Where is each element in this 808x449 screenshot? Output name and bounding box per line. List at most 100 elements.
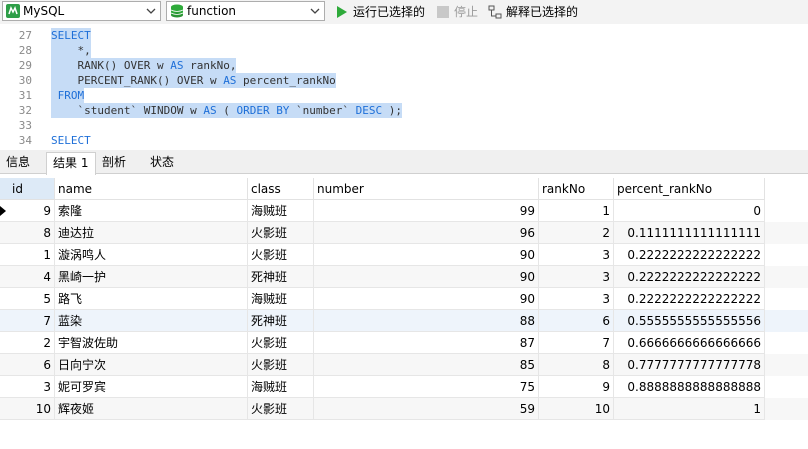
cell-percent-rankno[interactable]: 0.5555555555555556 [614,310,765,332]
cell-percent-rankno[interactable]: 0.2222222222222222 [614,244,765,266]
cell-name[interactable]: 迪达拉 [55,222,248,244]
cell-class[interactable]: 海贼班 [248,200,314,222]
cell-class[interactable]: 火影班 [248,244,314,266]
cell-class[interactable]: 火影班 [248,332,314,354]
column-header-rankno[interactable]: rankNo [539,178,614,200]
cell-id[interactable]: 8 [0,222,55,244]
column-header-number[interactable]: number [314,178,539,200]
sql-text: *, [51,44,91,57]
cell-rankno[interactable]: 9 [539,376,614,398]
cell-number[interactable]: 75 [314,376,539,398]
cell-rankno[interactable]: 8 [539,354,614,376]
cell-id[interactable]: 2 [0,332,55,354]
cell-name[interactable]: 黑崎一护 [55,266,248,288]
tab-info[interactable]: 信息 [0,152,40,174]
chevron-down-icon [310,8,320,14]
column-header-class[interactable]: class [248,178,314,200]
column-header-percent-rankno[interactable]: percent_rankNo [614,178,765,200]
cell-rankno[interactable]: 6 [539,310,614,332]
cell-percent-rankno[interactable]: 0.2222222222222222 [614,288,765,310]
cell-number[interactable]: 59 [314,398,539,420]
code-line: 29 RANK() OVER w AS rankNo, [0,58,808,73]
cell-percent-rankno[interactable]: 0.8888888888888888 [614,376,765,398]
tab-status[interactable]: 状态 [144,152,188,174]
cell-name[interactable]: 漩涡鸣人 [55,244,248,266]
cell-class[interactable]: 火影班 [248,354,314,376]
cell-rankno[interactable]: 3 [539,266,614,288]
table-row[interactable]: 2 宇智波佐助 火影班 87 7 0.6666666666666666 [0,332,808,354]
table-row[interactable]: 3 妮可罗宾 海贼班 75 9 0.8888888888888888 [0,376,808,398]
database-select[interactable]: function [166,1,325,21]
cell-percent-rankno[interactable]: 1 [614,398,765,420]
cell-id[interactable]: 5 [0,288,55,310]
cell-class[interactable]: 海贼班 [248,288,314,310]
code-text: *, [51,43,91,58]
run-selected-button[interactable]: 运行已选择的 [335,3,430,21]
cell-name[interactable]: 宇智波佐助 [55,332,248,354]
cell-id[interactable]: 3 [0,376,55,398]
cell-name[interactable]: 日向宁次 [55,354,248,376]
sql-keyword: AS [170,59,184,72]
table-row[interactable]: 6 日向宁次 火影班 85 8 0.7777777777777778 [0,354,808,376]
cell-name[interactable]: 索隆 [55,200,248,222]
code-line: 27 SELECT [0,28,808,43]
cell-class[interactable]: 死神班 [248,266,314,288]
cell-number[interactable]: 90 [314,266,539,288]
table-row[interactable]: 9 索隆 海贼班 99 1 0 [0,200,808,222]
stop-button[interactable]: 停止 [436,3,480,21]
sql-keyword: FROM [51,89,85,102]
code-text: SELECT [51,133,91,146]
cell-rankno[interactable]: 1 [539,200,614,222]
cell-name[interactable]: 辉夜姬 [55,398,248,420]
table-row[interactable]: 5 路飞 海贼班 90 3 0.2222222222222222 [0,288,808,310]
sql-keyword: ORDER BY [236,104,290,117]
table-row[interactable]: 7 蓝染 死神班 88 6 0.5555555555555556 [0,310,808,332]
cell-number[interactable]: 87 [314,332,539,354]
table-row[interactable]: 1 漩涡鸣人 火影班 90 3 0.2222222222222222 [0,244,808,266]
cell-class[interactable]: 海贼班 [248,376,314,398]
cell-id[interactable]: 4 [0,266,55,288]
cell-name[interactable]: 妮可罗宾 [55,376,248,398]
code-line: 30 PERCENT_RANK() OVER w AS percent_rank… [0,73,808,88]
cell-id[interactable]: 7 [0,310,55,332]
cell-class[interactable]: 死神班 [248,310,314,332]
line-number: 27 [18,29,32,42]
cell-percent-rankno[interactable]: 0.1111111111111111 [614,222,765,244]
column-header-id[interactable]: id [0,178,55,200]
sql-editor[interactable]: 27 SELECT 28 *, 29 RANK() OVER w AS rankNo,… [0,28,808,146]
cell-name[interactable]: 路飞 [55,288,248,310]
cell-name[interactable]: 蓝染 [55,310,248,332]
cell-percent-rankno[interactable]: 0.7777777777777778 [614,354,765,376]
cell-percent-rankno[interactable]: 0.6666666666666666 [614,332,765,354]
cell-id[interactable]: 10 [0,398,55,420]
cell-rankno[interactable]: 7 [539,332,614,354]
cell-number[interactable]: 96 [314,222,539,244]
cell-id[interactable]: 9 [0,200,55,222]
chevron-down-icon [146,8,156,14]
cell-percent-rankno[interactable]: 0 [614,200,765,222]
cell-class[interactable]: 火影班 [248,398,314,420]
table-row[interactable]: 4 黑崎一护 死神班 90 3 0.2222222222222222 [0,266,808,288]
cell-id[interactable]: 1 [0,244,55,266]
cell-percent-rankno[interactable]: 0.2222222222222222 [614,266,765,288]
table-row[interactable]: 10 辉夜姬 火影班 59 10 1 [0,398,808,420]
tab-result-1[interactable]: 结果 1 [46,152,96,175]
cell-class[interactable]: 火影班 [248,222,314,244]
cell-number[interactable]: 99 [314,200,539,222]
tab-profile[interactable]: 剖析 [96,152,140,174]
table-row[interactable]: 8 迪达拉 火影班 96 2 0.1111111111111111 [0,222,808,244]
cell-number[interactable]: 90 [314,288,539,310]
explain-selected-button[interactable]: 解释已选择的 [488,3,583,21]
connection-select[interactable]: MySQL [2,1,161,21]
tab-status-label: 状态 [150,155,175,169]
cell-number[interactable]: 85 [314,354,539,376]
cell-rankno[interactable]: 3 [539,244,614,266]
cell-rankno[interactable]: 10 [539,398,614,420]
cell-number[interactable]: 90 [314,244,539,266]
cell-rankno[interactable]: 2 [539,222,614,244]
cell-id[interactable]: 6 [0,354,55,376]
cell-rankno[interactable]: 3 [539,288,614,310]
column-header-name[interactable]: name [55,178,248,200]
code-line: 28 *, [0,43,808,58]
cell-number[interactable]: 88 [314,310,539,332]
